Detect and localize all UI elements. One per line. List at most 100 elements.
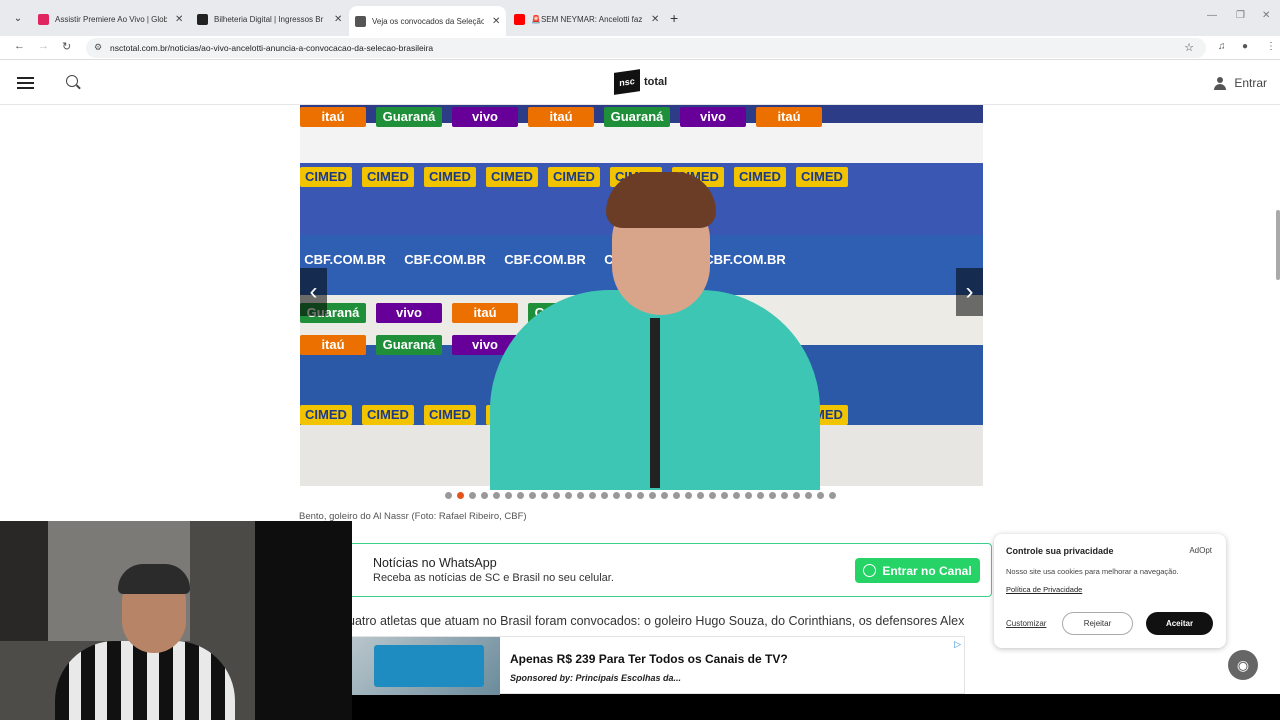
whatsapp-icon xyxy=(863,564,877,577)
carousel-dot[interactable] xyxy=(745,492,752,499)
tab-nsc-active[interactable]: Veja os convocados da Seleção ✕ xyxy=(349,6,507,36)
tab-strip: ⌄ Assistir Premiere Ao Vivo | Glob ✕ Bil… xyxy=(0,0,1280,36)
webcam-person-shirt-image xyxy=(55,641,235,720)
webcam-overlay xyxy=(0,521,352,720)
player-hair-image xyxy=(606,172,716,228)
browser-toolbar: ← → ↻ ⚙ nsctotal.com.br/noticias/ao-vivo… xyxy=(0,36,1280,60)
carousel-dot[interactable] xyxy=(565,492,572,499)
carousel-dot[interactable] xyxy=(517,492,524,499)
back-icon[interactable]: ← xyxy=(14,40,25,52)
carousel-dot[interactable] xyxy=(673,492,680,499)
tab-globoplay[interactable]: Assistir Premiere Ao Vivo | Glob ✕ xyxy=(32,8,189,30)
carousel-dot[interactable] xyxy=(637,492,644,499)
close-tab-icon[interactable]: ✕ xyxy=(492,16,500,27)
cookie-consent-popup: Controle sua privacidade AdOpt Nosso sit… xyxy=(994,534,1226,648)
forward-icon[interactable]: → xyxy=(38,40,49,52)
ad-choices-icon[interactable]: ▷ xyxy=(954,639,961,650)
close-tab-icon[interactable]: ✕ xyxy=(175,14,183,25)
tab-title: Veja os convocados da Seleção xyxy=(372,16,484,26)
carousel-dot[interactable] xyxy=(709,492,716,499)
new-tab-icon[interactable]: + xyxy=(670,10,678,26)
carousel-dot[interactable] xyxy=(649,492,656,499)
reload-icon[interactable]: ↻ xyxy=(62,40,71,53)
media-control-icon[interactable]: ♫ xyxy=(1218,41,1226,52)
page-scrollbar-thumb[interactable] xyxy=(1276,210,1280,280)
menu-kebab-icon[interactable]: ⋮ xyxy=(1266,41,1276,52)
carousel-dot[interactable] xyxy=(589,492,596,499)
whatsapp-banner: al Notícias no WhatsApp Receba as notíci… xyxy=(342,543,992,597)
minimize-icon[interactable]: — xyxy=(1207,10,1217,21)
nsc-total-logo[interactable]: nsc total xyxy=(614,69,667,95)
carousel-dot[interactable] xyxy=(553,492,560,499)
login-label: Entrar xyxy=(1234,76,1267,90)
carousel-dot[interactable] xyxy=(685,492,692,499)
carousel-dot[interactable] xyxy=(601,492,608,499)
carousel-dot[interactable] xyxy=(457,492,464,499)
carousel-dot[interactable] xyxy=(721,492,728,499)
carousel-dot[interactable] xyxy=(469,492,476,499)
profile-avatar-icon[interactable]: ● xyxy=(1242,41,1248,52)
ad-image xyxy=(352,637,500,695)
join-channel-button[interactable]: Entrar no Canal xyxy=(855,558,980,583)
microphone-image xyxy=(650,318,660,488)
carousel-dot[interactable] xyxy=(541,492,548,499)
carousel-dot[interactable] xyxy=(529,492,536,499)
carousel-dot[interactable] xyxy=(769,492,776,499)
tab-bilheteria[interactable]: Bilheteria Digital | Ingressos Br ✕ xyxy=(191,8,348,30)
carousel-dot[interactable] xyxy=(493,492,500,499)
ad-title[interactable]: Apenas R$ 239 Para Ter Todos os Canais d… xyxy=(510,652,788,666)
bilheteria-favicon-icon xyxy=(197,13,208,25)
carousel-dot[interactable] xyxy=(805,492,812,499)
tab-search-icon[interactable]: ⌄ xyxy=(8,10,28,28)
carousel-dot[interactable] xyxy=(781,492,788,499)
cookie-title: Controle sua privacidade xyxy=(1006,546,1114,556)
whatsapp-subtitle: Receba as notícias de SC e Brasil no seu… xyxy=(373,572,614,584)
carousel-dot[interactable] xyxy=(625,492,632,499)
join-channel-label: Entrar no Canal xyxy=(882,563,972,578)
carousel-dot[interactable] xyxy=(733,492,740,499)
youtube-favicon-icon xyxy=(514,13,525,25)
nsc-favicon-icon xyxy=(355,15,366,27)
cookie-text: Nosso site usa cookies para melhorar a n… xyxy=(1006,567,1179,576)
user-icon xyxy=(1214,76,1227,90)
carousel-prev-button[interactable]: ‹ xyxy=(300,268,327,316)
close-window-icon[interactable]: ✕ xyxy=(1262,10,1270,21)
globoplay-favicon-icon xyxy=(38,13,49,25)
carousel-next-button[interactable]: › xyxy=(956,268,983,316)
hamburger-menu-icon[interactable] xyxy=(17,77,34,89)
carousel-dot[interactable] xyxy=(829,492,836,499)
carousel-dot[interactable] xyxy=(445,492,452,499)
search-icon[interactable] xyxy=(66,75,78,87)
customize-button[interactable]: Customizar xyxy=(1006,619,1046,628)
close-tab-icon[interactable]: ✕ xyxy=(334,14,342,25)
close-tab-icon[interactable]: ✕ xyxy=(651,14,659,25)
ad-sponsor: Sponsored by: Principais Escolhas da... xyxy=(510,673,682,683)
tab-title: Assistir Premiere Ao Vivo | Glob xyxy=(55,14,167,24)
carousel-dot[interactable] xyxy=(577,492,584,499)
tab-title: 🚨SEM NEYMAR: Ancelotti faz xyxy=(531,14,643,24)
carousel-dot[interactable] xyxy=(697,492,704,499)
reject-button[interactable]: Rejeitar xyxy=(1062,612,1133,635)
tab-title: Bilheteria Digital | Ingressos Br xyxy=(214,14,324,24)
site-info-icon[interactable]: ⚙ xyxy=(94,42,102,53)
webcam-person-headphones-image xyxy=(118,564,190,594)
login-button[interactable]: Entrar xyxy=(1214,76,1267,90)
sponsored-ad[interactable]: Apenas R$ 239 Para Ter Todos os Canais d… xyxy=(351,636,965,695)
carousel-dot[interactable] xyxy=(757,492,764,499)
cookie-settings-icon[interactable]: ◉ xyxy=(1228,650,1258,680)
carousel-dot[interactable] xyxy=(505,492,512,499)
carousel-dot[interactable] xyxy=(817,492,824,499)
tv-box-image xyxy=(374,645,484,687)
carousel-dot[interactable] xyxy=(793,492,800,499)
address-bar[interactable]: ⚙ nsctotal.com.br/noticias/ao-vivo-ancel… xyxy=(86,38,1206,58)
privacy-policy-link[interactable]: Política de Privacidade xyxy=(1006,585,1082,594)
carousel-dot[interactable] xyxy=(661,492,668,499)
accept-button[interactable]: Aceitar xyxy=(1146,612,1213,635)
bookmark-star-icon[interactable]: ☆ xyxy=(1184,41,1194,54)
site-header: nsc total Entrar xyxy=(0,61,1280,105)
tab-youtube[interactable]: 🚨SEM NEYMAR: Ancelotti faz ✕ xyxy=(508,8,665,30)
carousel-dot[interactable] xyxy=(481,492,488,499)
carousel-dot[interactable] xyxy=(613,492,620,499)
restore-icon[interactable]: ❐ xyxy=(1236,10,1245,21)
url-text[interactable]: nsctotal.com.br/noticias/ao-vivo-ancelot… xyxy=(110,43,433,53)
